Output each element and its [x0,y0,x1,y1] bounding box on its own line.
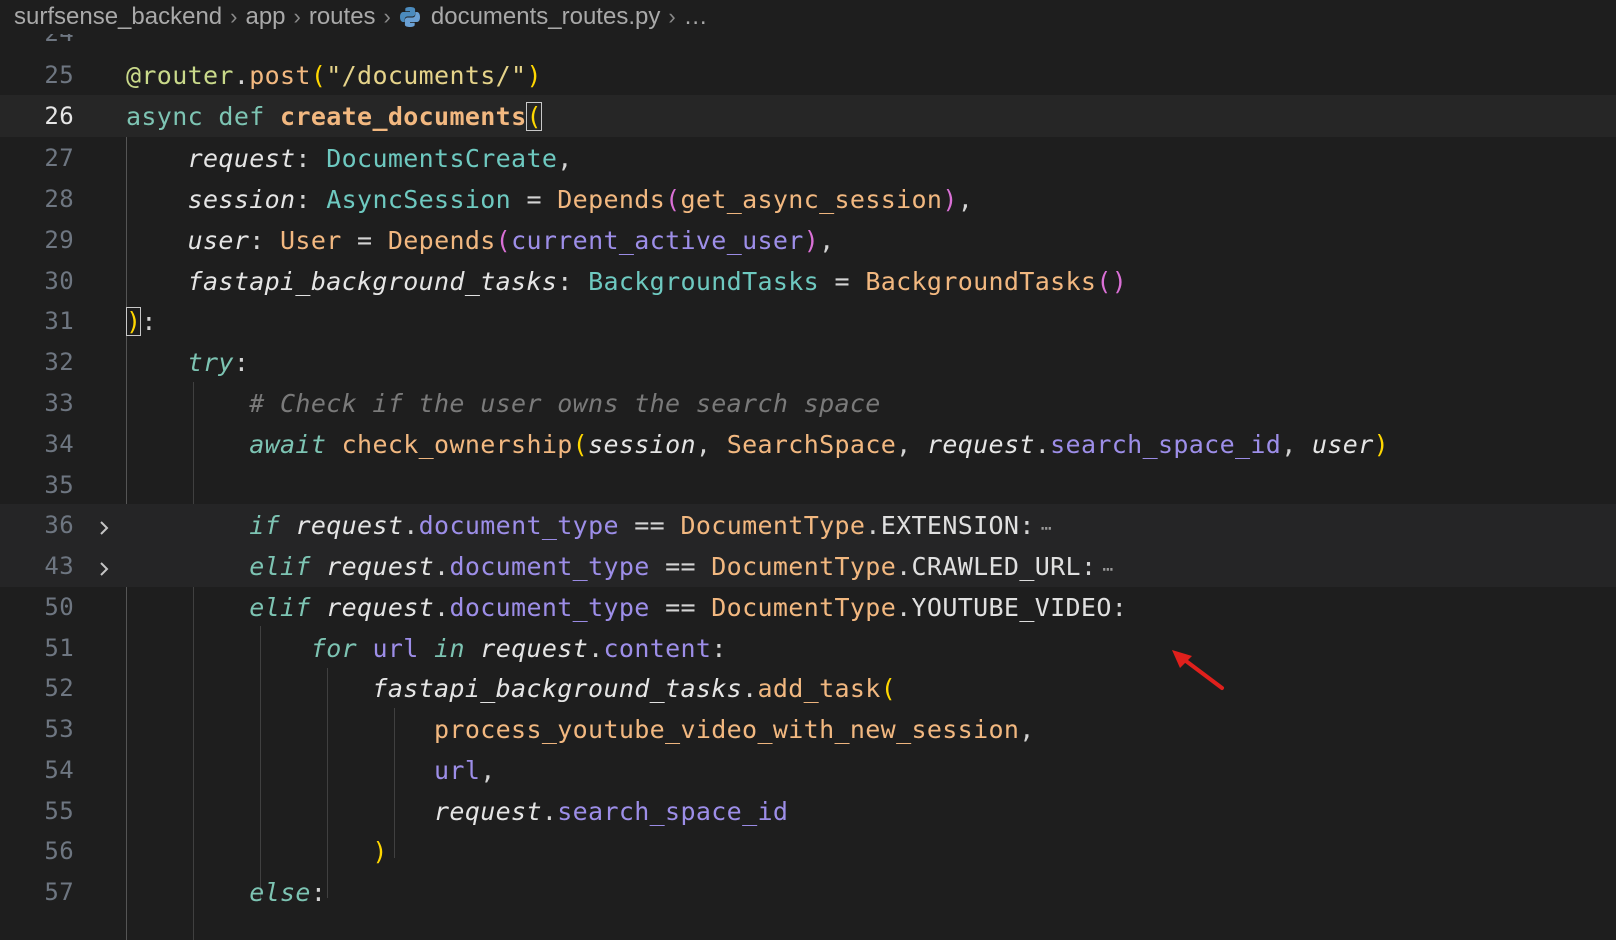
chevron-right-icon: › [230,4,238,29]
code-line[interactable]: 27 request: DocumentsCreate, [0,137,1616,179]
breadcrumb-item-symbols[interactable]: … [684,3,708,31]
code-line[interactable]: 29 user: User = Depends(current_active_u… [0,219,1616,261]
line-number: 56 [44,837,74,865]
code-line[interactable]: 28 session: AsyncSession = Depends(get_a… [0,178,1616,220]
code-text: request.search_space_id [434,796,789,826]
code-line[interactable]: 53 process_youtube_video_with_new_sessio… [0,708,1616,750]
code-text: for url in request.content: [310,633,727,663]
line-number: 43 [44,552,74,580]
line-number: 34 [44,430,74,458]
code-line-current[interactable]: 26 async def create_documents( [0,95,1616,137]
line-number: 35 [44,471,74,499]
line-number: 29 [44,226,74,254]
code-line-folded[interactable]: 43 elif request.document_type == Documen… [0,545,1616,587]
line-number: 31 [44,307,74,335]
breadcrumb: surfsense_backend › app › routes › docum… [0,0,1616,34]
code-line[interactable]: 32 try: [0,341,1616,383]
code-line[interactable]: 54 url, [0,749,1616,791]
line-number: 27 [44,144,74,172]
code-text: user: User = Depends(current_active_user… [187,225,835,255]
line-number: 25 [44,61,74,89]
ellipsis-icon[interactable]: ⋯ [1102,559,1113,580]
code-line[interactable]: 24 [0,34,1616,54]
breadcrumb-item-routes[interactable]: routes [309,3,376,31]
line-number: 24 [0,34,74,47]
annotation-arrow-icon [1172,650,1224,690]
chevron-right-icon: › [668,4,676,29]
breadcrumb-item-project[interactable]: surfsense_backend [14,3,222,31]
chevron-right-icon[interactable] [94,556,114,576]
code-line[interactable]: 33 # Check if the user owns the search s… [0,382,1616,424]
line-number: 30 [44,267,74,295]
code-text: # Check if the user owns the search spac… [249,388,881,418]
line-number: 36 [44,511,74,539]
code-line[interactable]: 35 [0,464,1616,506]
code-line[interactable]: 57 else: [0,871,1616,913]
code-text: fastapi_background_tasks: BackgroundTask… [187,266,1128,296]
line-number: 53 [44,715,74,743]
code-text: fastapi_background_tasks.add_task( [372,673,897,703]
code-line[interactable]: 56 ) [0,830,1616,872]
text-cursor: ( [526,101,542,131]
line-number: 32 [44,348,74,376]
line-number: 51 [44,634,74,662]
code-text: request: DocumentsCreate, [187,143,573,173]
code-text: elif request.document_type == DocumentTy… [249,592,1128,622]
code-text: url, [434,755,496,785]
line-number: 57 [44,878,74,906]
line-number: 52 [44,674,74,702]
code-text: else: [249,877,327,907]
matching-bracket: ) [126,306,142,336]
line-number: 54 [44,756,74,784]
code-line[interactable]: 34 await check_ownership(session, Search… [0,423,1616,465]
code-text: try: [187,347,250,377]
code-line[interactable]: 50 elif request.document_type == Documen… [0,586,1616,628]
code-line-folded[interactable]: 36 if request.document_type == DocumentT… [0,504,1616,546]
line-number: 26 [44,102,74,130]
ellipsis-icon[interactable]: ⋯ [1041,518,1052,539]
code-line[interactable]: 55 request.search_space_id [0,790,1616,832]
code-line[interactable]: 31 ): [0,300,1616,342]
code-line[interactable]: 25 @router.post("/documents/") [0,54,1616,96]
code-editor[interactable]: 24 25 @router.post("/documents/") 26 asy… [0,34,1616,940]
code-line[interactable]: 30 fastapi_background_tasks: BackgroundT… [0,260,1616,302]
code-text: process_youtube_video_with_new_session, [434,714,1035,744]
line-number: 28 [44,185,74,213]
code-text: ): [126,306,157,336]
code-text: async def create_documents( [126,101,542,131]
python-file-icon [399,6,421,28]
line-number: 50 [44,593,74,621]
chevron-right-icon: › [293,4,301,29]
code-line[interactable]: 52 fastapi_background_tasks.add_task( [0,667,1616,709]
code-text: await check_ownership(session, SearchSpa… [249,429,1390,459]
code-line[interactable]: 51 for url in request.content: [0,627,1616,669]
chevron-right-icon[interactable] [94,515,114,535]
code-text: session: AsyncSession = Depends(get_asyn… [187,184,974,214]
breadcrumb-item-app[interactable]: app [245,3,285,31]
code-text: if request.document_type == DocumentType… [249,510,1052,540]
line-number: 55 [44,797,74,825]
code-text: elif request.document_type == DocumentTy… [249,551,1114,581]
code-text: ) [372,836,388,866]
code-text: @router.post("/documents/") [126,60,542,90]
breadcrumb-item-file[interactable]: documents_routes.py [431,3,660,31]
chevron-right-icon: › [383,4,391,29]
line-number: 33 [44,389,74,417]
